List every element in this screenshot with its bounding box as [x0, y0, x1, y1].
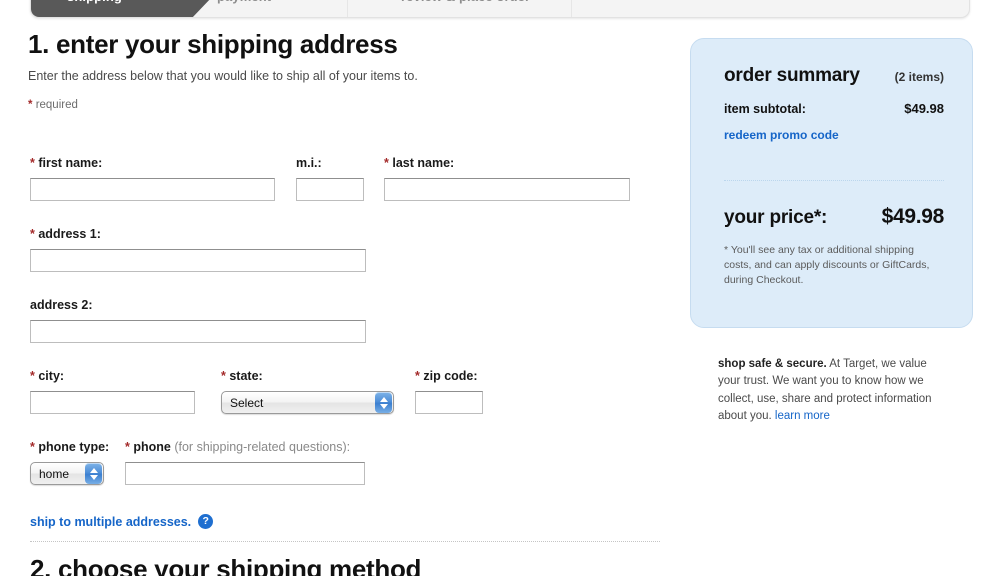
required-asterisk: * — [30, 156, 35, 170]
tab-payment[interactable]: payment — [217, 0, 367, 17]
phone-input[interactable] — [125, 462, 365, 485]
middle-initial-label: m.i.: — [296, 156, 364, 170]
zip-code-input[interactable] — [415, 391, 483, 414]
state-label: * state: — [221, 369, 416, 383]
required-asterisk: * — [125, 440, 130, 454]
tab-shipping[interactable]: shipping — [31, 0, 213, 17]
section-divider — [30, 541, 660, 542]
required-legend: * required — [28, 99, 668, 111]
phone-label-text: phone — [133, 440, 171, 454]
address-1-label-text: address 1: — [38, 227, 101, 241]
city-label-text: city: — [38, 369, 65, 383]
state-select-value: Select — [230, 395, 264, 410]
required-asterisk: * — [28, 98, 33, 111]
field-phone-type: * phone type: home — [30, 440, 140, 485]
phone-label-note: (for shipping-related questions): — [174, 440, 351, 454]
phone-type-label: * phone type: — [30, 440, 140, 454]
middle-initial-label-text: m.i.: — [296, 156, 322, 170]
order-summary-header: order summary (2 items) — [724, 65, 944, 87]
item-subtotal-row: item subtotal: $49.98 — [724, 101, 944, 116]
middle-initial-input[interactable] — [296, 178, 364, 201]
address-1-label: * address 1: — [30, 227, 366, 241]
first-name-label: * first name: — [30, 156, 275, 170]
checkout-page: shipping payment review & place order 1.… — [0, 0, 1000, 576]
address-2-label: address 2: — [30, 298, 366, 312]
zip-code-label-text: zip code: — [423, 369, 478, 383]
ship-to-multiple-addresses-link[interactable]: ship to multiple addresses. ? — [30, 514, 214, 529]
order-summary-title: order summary — [724, 65, 860, 86]
step2-title: 2. choose your shipping method — [30, 554, 422, 576]
phone-type-select[interactable]: home — [30, 462, 104, 485]
field-city: * city: — [30, 369, 195, 414]
required-legend-text: required — [35, 98, 78, 111]
checkout-progress-tabs: shipping payment review & place order — [30, 0, 970, 18]
required-asterisk: * — [30, 440, 35, 454]
first-name-input[interactable] — [30, 178, 275, 201]
your-price-footnote: * You'll see any tax or additional shipp… — [724, 244, 930, 287]
item-subtotal-label: item subtotal: — [724, 102, 806, 116]
tab-review-place-order[interactable]: review & place order — [361, 0, 591, 17]
zip-code-label: * zip code: — [415, 369, 483, 383]
city-input[interactable] — [30, 391, 195, 414]
required-asterisk: * — [415, 369, 420, 383]
item-subtotal-value: $49.98 — [904, 101, 944, 116]
tab-review-label: review & place order — [401, 0, 530, 4]
field-last-name: * last name: — [384, 156, 630, 201]
required-asterisk: * — [384, 156, 389, 170]
learn-more-link[interactable]: learn more — [775, 410, 830, 422]
address-2-label-text: address 2: — [30, 298, 93, 312]
phone-label: * phone (for shipping-related questions)… — [125, 440, 365, 454]
state-select[interactable]: Select — [221, 391, 394, 414]
last-name-label-text: last name: — [392, 156, 455, 170]
field-address-2: address 2: — [30, 298, 366, 343]
last-name-label: * last name: — [384, 156, 630, 170]
chevron-updown-icon — [375, 392, 392, 413]
summary-divider — [724, 180, 944, 181]
order-summary-item-count: (2 items) — [894, 70, 944, 84]
ship-to-multiple-label: ship to multiple addresses. — [30, 514, 192, 529]
field-phone: * phone (for shipping-related questions)… — [125, 440, 365, 485]
required-asterisk: * — [221, 369, 226, 383]
field-state: * state: Select — [221, 369, 416, 414]
state-label-text: state: — [229, 369, 263, 383]
order-summary-panel: order summary (2 items) item subtotal: $… — [690, 38, 973, 328]
shop-safe-secure-heading: shop safe & secure. — [718, 358, 827, 370]
your-price-label: your price*: — [724, 207, 828, 228]
city-label: * city: — [30, 369, 195, 383]
tab-payment-label: payment — [217, 0, 271, 4]
address-2-input[interactable] — [30, 320, 366, 343]
field-middle-initial: m.i.: — [296, 156, 364, 201]
required-asterisk: * — [30, 227, 35, 241]
address-1-input[interactable] — [30, 249, 366, 272]
shop-safe-secure-notice: shop safe & secure. At Target, we value … — [718, 356, 946, 425]
your-price-row: your price*: $49.98 — [724, 205, 944, 229]
page-title: 1. enter your shipping address — [28, 29, 398, 59]
help-icon[interactable]: ? — [198, 514, 214, 529]
field-address-1: * address 1: — [30, 227, 366, 272]
phone-type-label-text: phone type: — [38, 440, 110, 454]
your-price-value: $49.98 — [881, 205, 945, 228]
chevron-updown-icon — [85, 463, 102, 484]
required-asterisk: * — [30, 369, 35, 383]
field-first-name: * first name: — [30, 156, 275, 201]
tab-shipping-label: shipping — [67, 0, 122, 4]
field-zip-code: * zip code: — [415, 369, 483, 414]
redeem-promo-code-link[interactable]: redeem promo code — [724, 128, 944, 142]
shipping-address-section: 1. enter your shipping address Enter the… — [28, 29, 668, 576]
first-name-label-text: first name: — [38, 156, 103, 170]
last-name-input[interactable] — [384, 178, 630, 201]
phone-type-select-value: home — [39, 466, 70, 481]
step1-subtitle: Enter the address below that you would l… — [28, 68, 418, 83]
